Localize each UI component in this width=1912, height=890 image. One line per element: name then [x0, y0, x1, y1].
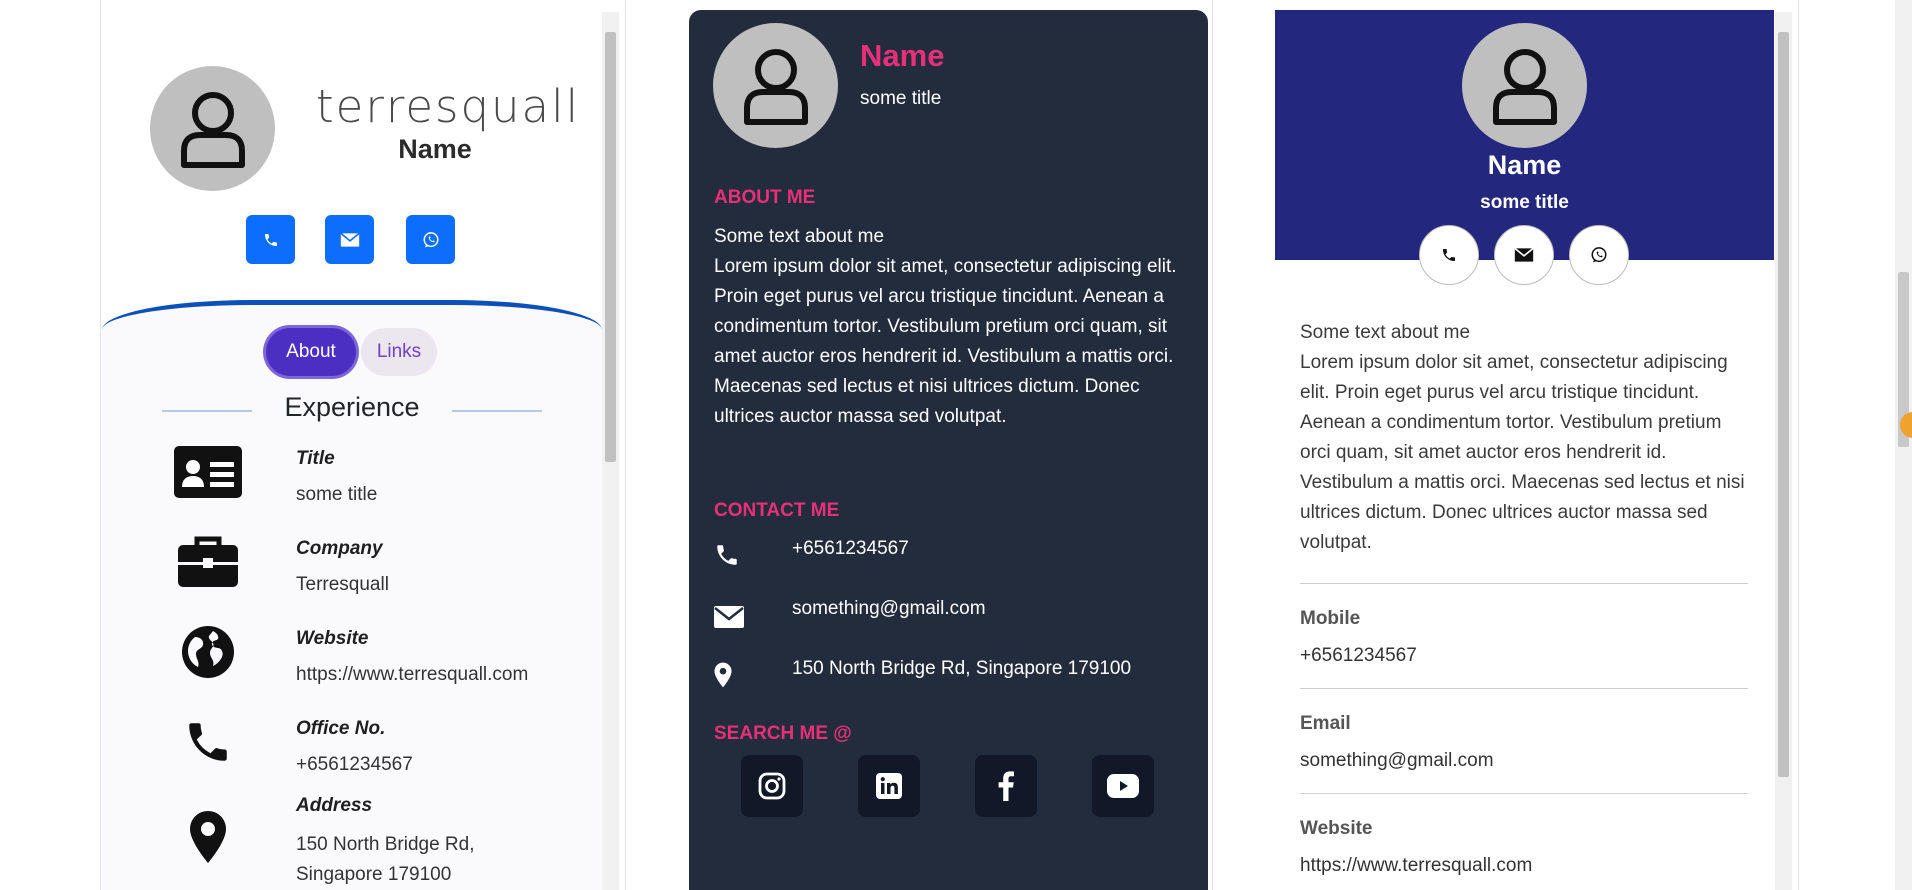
facebook-button[interactable]: [975, 755, 1037, 817]
map-pin-icon: [714, 660, 744, 690]
row-value: +6561234567: [296, 754, 413, 775]
divider: [452, 410, 542, 412]
whatsapp-icon: [423, 231, 438, 247]
about-intro: Some text about me: [1300, 322, 1471, 343]
instagram-icon: [758, 772, 786, 800]
email-button[interactable]: [325, 215, 374, 264]
brand-logo: terresquall: [316, 80, 581, 133]
row-label: Address: [296, 795, 373, 816]
field-value: +6561234567: [1300, 645, 1417, 666]
divider: [1300, 793, 1748, 794]
phone-icon: [714, 540, 744, 570]
profile-name: Name: [398, 134, 472, 164]
profile-name: Name: [1487, 150, 1562, 180]
column-divider: [625, 0, 626, 890]
map-pin-icon: [172, 805, 244, 869]
facebook-icon: [998, 771, 1014, 801]
classic-profile-card: terresquall Name About Links Experience …: [102, 10, 602, 890]
phone-button[interactable]: [246, 215, 295, 264]
field-value: https://www.terresquall.com: [1300, 855, 1533, 876]
section-title: Experience: [284, 392, 420, 422]
tab-about[interactable]: About: [266, 328, 356, 376]
instagram-button[interactable]: [741, 755, 803, 817]
contact-heading: CONTACT ME: [714, 500, 840, 521]
user-icon: [743, 48, 808, 125]
about-text: Some text about me Lorem ipsum dolor sit…: [1300, 318, 1750, 558]
globe-icon: [172, 620, 244, 684]
about-body: Lorem ipsum dolor sit amet, consectetur …: [714, 256, 1177, 427]
profile-title: some title: [860, 88, 942, 109]
field-label: Mobile: [1300, 608, 1361, 629]
phone-icon: [264, 233, 277, 246]
contact-phone[interactable]: +6561234567: [792, 538, 909, 560]
row-value: some title: [296, 484, 378, 505]
about-body: Lorem ipsum dolor sit amet, consectetur …: [1300, 352, 1745, 553]
field-label: Website: [1300, 818, 1373, 839]
email-button[interactable]: [1494, 225, 1554, 285]
linkedin-button[interactable]: [858, 755, 920, 817]
phone-button[interactable]: [1419, 225, 1479, 285]
row-label: Title: [296, 448, 335, 469]
tab-links[interactable]: Links: [361, 328, 437, 376]
whatsapp-icon: [1591, 247, 1607, 263]
row-label: Office No.: [296, 718, 386, 739]
row-value: 150 North Bridge Rd, Singapore 179100: [296, 834, 475, 885]
briefcase-icon: [172, 530, 244, 594]
divider: [1300, 688, 1748, 689]
scrollbar-thumb[interactable]: [605, 32, 616, 462]
about-intro: Some text about me: [714, 226, 885, 247]
banner-profile-card: Name some title Some text about me Lorem…: [1275, 10, 1774, 890]
search-heading: SEARCH ME @: [714, 723, 852, 744]
envelope-icon: [339, 232, 360, 247]
scrollbar-thumb[interactable]: [1778, 32, 1789, 777]
phone-icon: [1443, 249, 1455, 261]
contact-address: 150 North Bridge Rd, Singapore 179100: [792, 658, 1132, 679]
divider: [162, 410, 252, 412]
column-divider: [100, 0, 101, 890]
row-label: Company: [296, 538, 383, 559]
row-label: Website: [296, 628, 369, 649]
user-icon: [1492, 48, 1557, 125]
row-value: Terresquall: [296, 574, 389, 595]
field-value: something@gmail.com: [1300, 750, 1494, 771]
whatsapp-button[interactable]: [406, 215, 455, 264]
id-card-icon: [172, 440, 244, 504]
row-value: https://www.terresquall.com: [296, 664, 529, 685]
avatar: [150, 66, 275, 191]
about-text: Some text about me Lorem ipsum dolor sit…: [714, 222, 1189, 432]
avatar: [713, 23, 838, 148]
user-icon: [180, 91, 245, 168]
linkedin-icon: [876, 773, 902, 799]
envelope-icon: [714, 602, 744, 632]
envelope-icon: [1514, 247, 1534, 262]
field-label: Email: [1300, 713, 1351, 734]
divider: [1300, 583, 1748, 584]
whatsapp-button[interactable]: [1569, 225, 1629, 285]
profile-name: Name: [860, 38, 945, 73]
phone-icon: [172, 710, 244, 774]
dark-profile-card: Name some title ABOUT ME Some text about…: [689, 10, 1208, 890]
youtube-icon: [1107, 774, 1139, 798]
column-divider: [1798, 0, 1799, 890]
column-divider: [1212, 0, 1213, 890]
youtube-button[interactable]: [1092, 755, 1154, 817]
avatar: [1462, 23, 1587, 148]
contact-email[interactable]: something@gmail.com: [792, 598, 986, 620]
about-heading: ABOUT ME: [714, 187, 816, 208]
profile-title: some title: [1480, 192, 1569, 213]
